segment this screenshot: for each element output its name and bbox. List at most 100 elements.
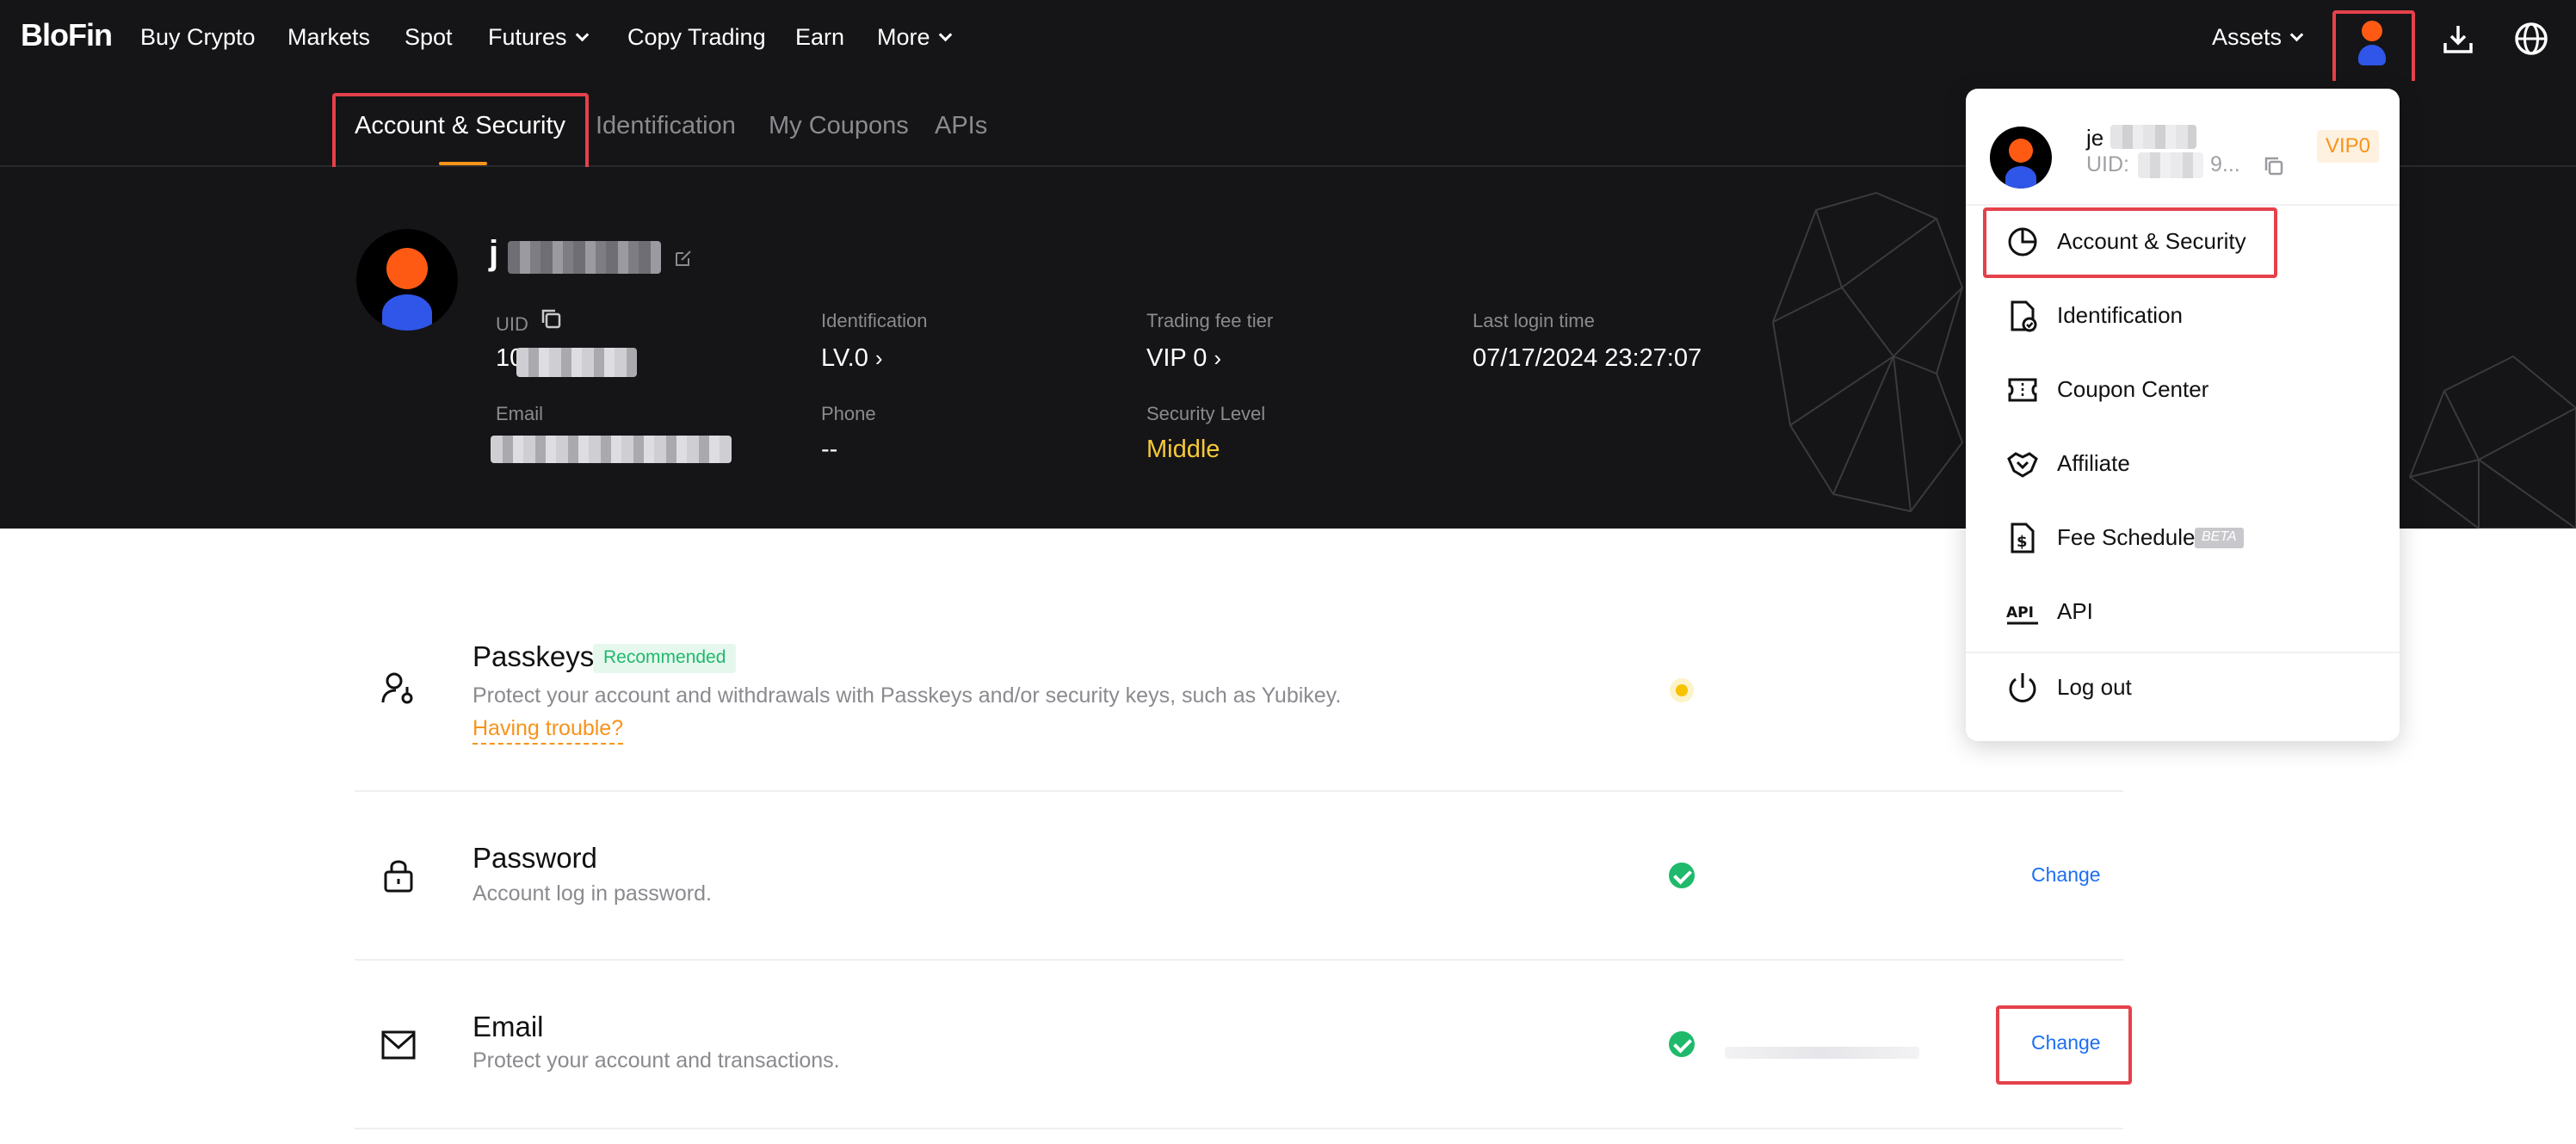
password-description: Account log in password.	[473, 881, 712, 906]
row-divider	[355, 959, 2123, 961]
change-password-button[interactable]: Change	[2031, 863, 2101, 887]
security-level-value: Middle	[1146, 436, 1220, 463]
menu-item-label: Log out	[2057, 674, 2132, 700]
email-value-redacted	[1725, 1047, 1919, 1059]
menu-item-label: Coupon Center	[2057, 376, 2209, 402]
power-icon	[2009, 673, 2036, 702]
nav-spot[interactable]: Spot	[405, 24, 453, 51]
password-title: Password	[473, 842, 597, 874]
dropdown-avatar	[1990, 127, 2052, 189]
passkeys-description: Protect your account and withdrawals wit…	[473, 683, 1342, 708]
nav-assets[interactable]: Assets	[2212, 24, 2304, 51]
avatar-body	[2358, 45, 2386, 65]
menu-item-label: Affiliate	[2057, 450, 2130, 476]
dropdown-name-redacted	[2110, 125, 2196, 149]
nav-assets-label: Assets	[2212, 24, 2283, 50]
coupon-icon	[2008, 378, 2037, 402]
phone-value: --	[821, 436, 838, 463]
api-icon: API	[2006, 604, 2038, 625]
phone-label: Phone	[821, 403, 876, 424]
row-divider	[355, 790, 2123, 792]
chevron-right-icon: ›	[874, 345, 883, 371]
email-label: Email	[496, 403, 544, 424]
dropdown-uid-label: UID:	[2086, 152, 2129, 176]
menu-item-affiliate[interactable]: Affiliate	[1966, 430, 2400, 498]
email-description: Protect your account and transactions.	[473, 1048, 840, 1073]
password-verified-icon	[1669, 863, 1695, 888]
menu-item-api[interactable]: API API	[1966, 578, 2400, 646]
user-menu-dropdown: je UID: 9... VIP0 Account & Security Ide…	[1966, 89, 2400, 741]
having-trouble-link[interactable]: Having trouble?	[473, 716, 624, 745]
fee-tier-level: VIP 0	[1146, 344, 1208, 372]
passkey-icon	[381, 672, 413, 704]
dropdown-user-name: je	[2086, 125, 2104, 151]
avatar-body	[2005, 166, 2036, 189]
uid-redacted	[516, 348, 637, 377]
nav-copy-trading[interactable]: Copy Trading	[627, 24, 766, 51]
menu-item-label: API	[2057, 598, 2093, 624]
mail-icon	[381, 1030, 416, 1060]
security-level-label: Security Level	[1146, 403, 1266, 424]
last-login-label: Last login time	[1473, 310, 1595, 331]
tab-my-coupons[interactable]: My Coupons	[769, 112, 909, 140]
menu-item-identification[interactable]: Identification	[1966, 281, 2400, 350]
id-document-icon	[2011, 300, 2037, 332]
email-redacted	[491, 436, 732, 463]
pie-chart-icon	[2008, 227, 2037, 257]
nav-more-label: More	[877, 24, 930, 50]
menu-item-label: Account & Security	[2057, 228, 2246, 254]
svg-text:API: API	[2006, 604, 2034, 621]
top-navigation-bar: BloFin Buy Crypto Markets Spot Futures C…	[0, 0, 2576, 98]
menu-item-coupon-center[interactable]: Coupon Center	[1966, 356, 2400, 424]
blofin-logo[interactable]: BloFin	[21, 17, 113, 53]
chevron-down-icon	[938, 28, 952, 42]
passkeys-status-icon	[1670, 678, 1694, 702]
globe-icon[interactable]	[2513, 21, 2549, 57]
nav-earn[interactable]: Earn	[795, 24, 844, 51]
passkeys-title: Passkeys	[473, 640, 595, 672]
tab-apis[interactable]: APIs	[935, 112, 987, 140]
menu-item-fee-schedule[interactable]: $ Fee Schedule BETA	[1966, 504, 2400, 572]
identification-value[interactable]: LV.0 ›	[821, 344, 883, 373]
nav-markets[interactable]: Markets	[287, 24, 370, 51]
avatar-head	[386, 248, 428, 289]
dropdown-uid-redacted	[2138, 152, 2203, 178]
menu-item-account-security[interactable]: Account & Security	[1966, 207, 2400, 276]
handshake-icon	[2007, 452, 2038, 478]
dropdown-uid-suffix: 9...	[2210, 152, 2240, 176]
email-title: Email	[473, 1011, 544, 1042]
nav-more[interactable]: More	[877, 24, 952, 51]
avatar-head	[2362, 21, 2382, 41]
vip-badge: VIP0	[2317, 130, 2380, 163]
lock-icon	[384, 860, 413, 893]
profile-avatar	[356, 229, 458, 331]
fee-tier-value[interactable]: VIP 0 ›	[1146, 344, 1221, 373]
chevron-down-icon	[575, 28, 589, 42]
row-divider	[355, 1128, 2123, 1129]
nav-futures[interactable]: Futures	[488, 24, 589, 51]
active-tab-indicator	[439, 162, 487, 165]
nav-futures-label: Futures	[488, 24, 567, 50]
nav-buy-crypto[interactable]: Buy Crypto	[140, 24, 256, 51]
dropdown-header-divider	[1966, 204, 2400, 206]
uid-label: UID	[496, 313, 528, 335]
download-icon[interactable]	[2441, 22, 2475, 57]
last-login-value: 07/17/2024 23:27:07	[1473, 344, 1702, 372]
chevron-down-icon	[2289, 28, 2304, 42]
user-avatar-icon[interactable]	[2355, 21, 2389, 65]
copy-uid-icon[interactable]	[539, 306, 563, 331]
chevron-right-icon: ›	[1214, 345, 1222, 371]
beta-badge: BETA	[2195, 528, 2244, 548]
svg-text:$: $	[2017, 533, 2028, 551]
profile-name-redacted	[508, 241, 661, 274]
menu-item-label: Fee Schedule	[2057, 524, 2196, 550]
menu-item-log-out[interactable]: Log out	[1966, 653, 2400, 722]
tab-identification[interactable]: Identification	[596, 112, 736, 140]
change-email-button[interactable]: Change	[2031, 1031, 2101, 1054]
tab-account-security[interactable]: Account & Security	[355, 112, 565, 140]
copy-uid-icon[interactable]	[2262, 154, 2286, 178]
avatar-body	[382, 294, 432, 331]
identification-level: LV.0	[821, 344, 868, 372]
identification-label: Identification	[821, 310, 928, 331]
edit-name-icon[interactable]	[673, 248, 694, 269]
